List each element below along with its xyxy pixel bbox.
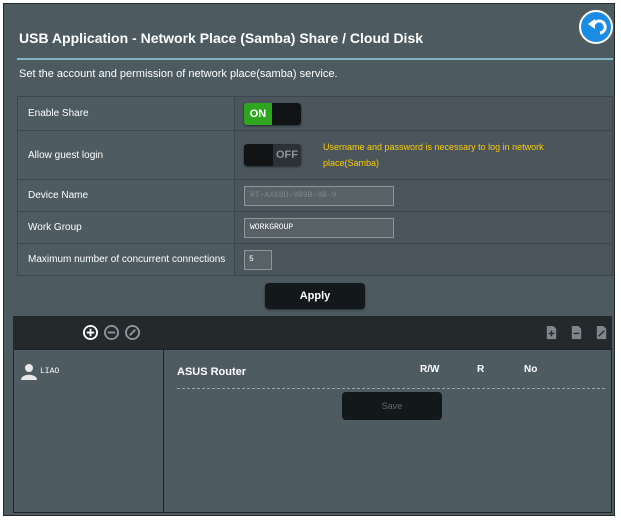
- toggle-knob: [272, 102, 301, 125]
- add-folder-icon[interactable]: [544, 325, 559, 340]
- title-divider: [17, 58, 613, 60]
- page-description: Set the account and permission of networ…: [19, 68, 338, 80]
- guest-login-toggle[interactable]: OFF: [244, 144, 301, 166]
- account-item[interactable]: LIAO: [20, 362, 59, 380]
- edit-circle-icon[interactable]: [125, 325, 140, 340]
- device-name-label: Device Name: [17, 179, 235, 212]
- work-group-label: Work Group: [17, 211, 235, 244]
- add-circle-icon[interactable]: [83, 325, 98, 340]
- samba-settings-table: Enable Share ON Allow guest login OFF Us…: [17, 96, 613, 276]
- permission-header-rw: R/W: [420, 364, 440, 375]
- toggle-on-text: ON: [244, 102, 272, 125]
- device-label: ASUS Router: [177, 366, 247, 378]
- device-name-row: Device Name RT-AX68U-9B9B-9B-9: [17, 179, 613, 212]
- back-arrow-icon: [588, 19, 607, 35]
- permission-panel: ASUS Router R/W R No Save: [164, 349, 612, 513]
- guest-login-row: Allow guest login OFF Username and passw…: [17, 130, 613, 180]
- account-name: LIAO: [40, 366, 60, 376]
- account-toolbar: [13, 316, 612, 349]
- enable-share-toggle[interactable]: ON: [244, 102, 301, 125]
- device-name-field[interactable]: RT-AX68U-9B9B-9B-9: [244, 185, 394, 206]
- guest-login-warning: Username and password is necessary to lo…: [323, 142, 544, 168]
- toggle-off-text: OFF: [273, 144, 301, 166]
- user-icon: [21, 364, 37, 380]
- max-connections-label: Maximum number of concurrent connections: [17, 243, 235, 276]
- edit-folder-icon[interactable]: [594, 325, 609, 340]
- max-connections-field[interactable]: 5: [244, 249, 272, 270]
- enable-share-cell: ON: [234, 96, 613, 131]
- page-title: USB Application - Network Place (Samba) …: [19, 30, 424, 46]
- device-name-cell: RT-AX68U-9B9B-9B-9: [234, 179, 613, 212]
- usb-application-panel: USB Application - Network Place (Samba) …: [3, 3, 615, 516]
- back-button[interactable]: [579, 10, 613, 44]
- guest-login-label: Allow guest login: [17, 130, 235, 180]
- permission-header-r: R: [477, 364, 485, 375]
- apply-button[interactable]: Apply: [265, 283, 365, 309]
- work-group-row: Work Group WORKGROUP: [17, 211, 613, 244]
- minus-circle-icon[interactable]: [104, 325, 119, 340]
- permission-divider: [177, 388, 605, 389]
- work-group-cell: WORKGROUP: [234, 211, 613, 244]
- work-group-field[interactable]: WORKGROUP: [244, 217, 394, 238]
- max-connections-cell: 5: [234, 243, 613, 276]
- toggle-knob: [244, 144, 273, 166]
- guest-login-cell: OFF Username and password is necessary t…: [234, 130, 613, 180]
- permission-header-no: No: [524, 364, 538, 375]
- enable-share-row: Enable Share ON: [17, 96, 613, 131]
- enable-share-label: Enable Share: [17, 96, 235, 131]
- save-button[interactable]: Save: [342, 392, 442, 420]
- max-connections-row: Maximum number of concurrent connections…: [17, 243, 613, 276]
- delete-folder-icon[interactable]: [569, 325, 584, 340]
- account-list: LIAO: [13, 349, 164, 513]
